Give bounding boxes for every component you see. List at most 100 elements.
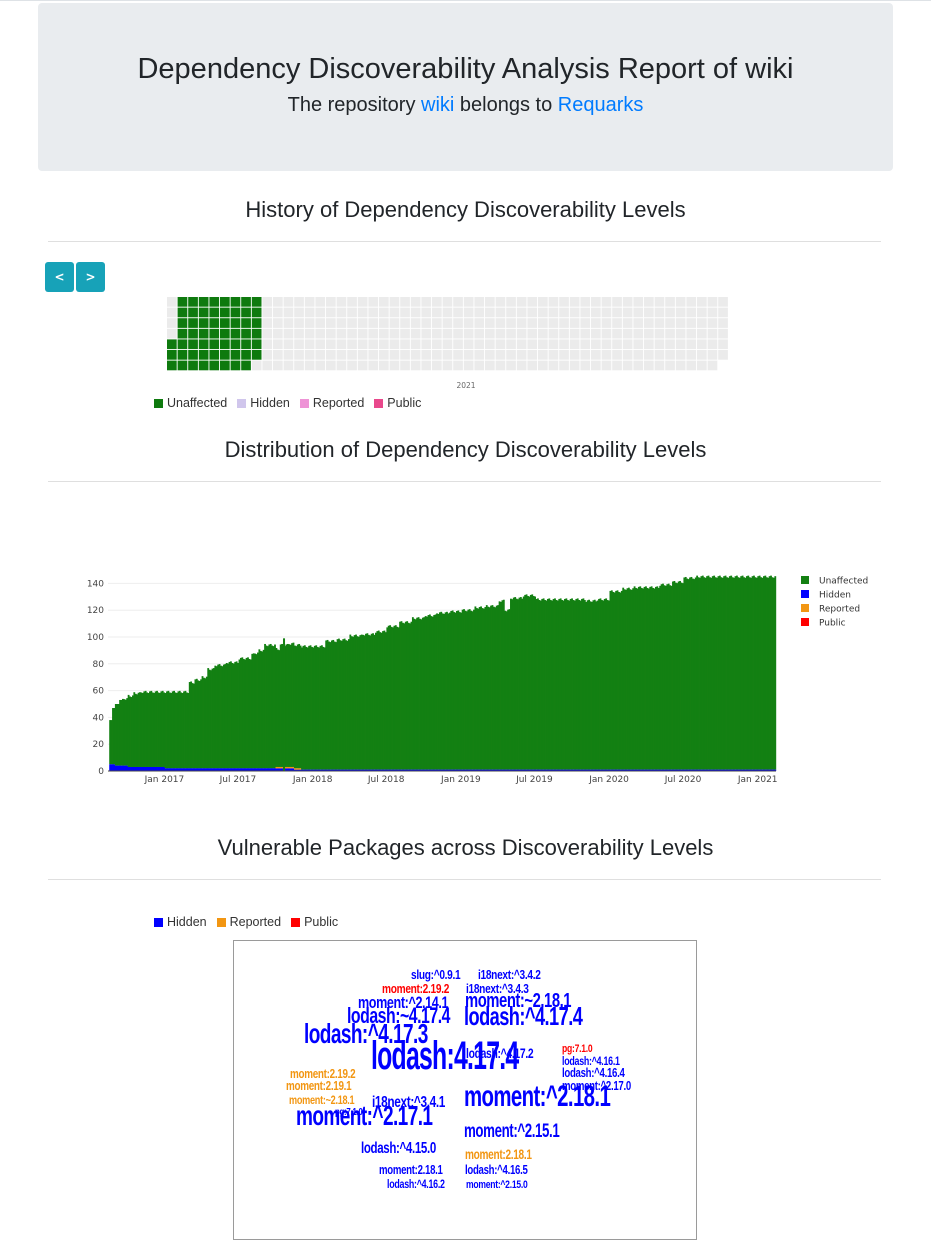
heatmap-cell[interactable] — [453, 339, 463, 350]
heatmap-cell[interactable] — [347, 297, 357, 307]
heatmap-cell[interactable] — [389, 328, 400, 339]
heatmap-cell[interactable] — [707, 318, 718, 328]
heatmap-cell[interactable] — [569, 328, 580, 339]
heatmap-cell[interactable] — [612, 339, 622, 350]
heatmap-cell[interactable] — [389, 297, 400, 307]
heatmap-cell[interactable] — [718, 328, 728, 339]
heatmap-cell[interactable] — [548, 307, 559, 318]
heatmap-cell[interactable] — [675, 360, 686, 371]
heatmap-cell[interactable] — [485, 360, 495, 371]
heatmap-cell[interactable] — [347, 318, 357, 328]
heatmap-cell[interactable] — [516, 307, 527, 318]
heatmap-cell[interactable] — [262, 339, 273, 350]
heatmap-cell[interactable] — [336, 307, 347, 318]
heatmap-cell[interactable] — [559, 307, 569, 318]
heatmap-cell[interactable] — [230, 350, 241, 360]
heatmap-cell[interactable] — [463, 297, 474, 307]
heatmap-cell[interactable] — [336, 297, 347, 307]
heatmap-cell[interactable] — [516, 318, 527, 328]
heatmap-cell[interactable] — [251, 297, 262, 307]
heatmap-cell[interactable] — [262, 360, 273, 371]
heatmap-cell[interactable] — [315, 350, 326, 360]
heatmap-cell[interactable] — [654, 360, 665, 371]
heatmap-cell[interactable] — [273, 360, 283, 371]
heatmap-cell[interactable] — [177, 350, 188, 360]
heatmap-cell[interactable] — [580, 328, 591, 339]
heatmap-cell[interactable] — [230, 307, 241, 318]
heatmap-cell[interactable] — [612, 350, 622, 360]
heatmap-cell[interactable] — [591, 350, 601, 360]
heatmap-cell[interactable] — [167, 307, 177, 318]
heatmap-cell[interactable] — [368, 350, 379, 360]
heatmap-cell[interactable] — [209, 360, 220, 371]
heatmap-cell[interactable] — [569, 307, 580, 318]
heatmap-cell[interactable] — [548, 350, 559, 360]
heatmap-cell[interactable] — [442, 328, 453, 339]
heatmap-cell[interactable] — [410, 328, 421, 339]
heatmap-cell[interactable] — [559, 318, 569, 328]
heatmap-cell[interactable] — [591, 328, 601, 339]
heatmap-cell[interactable] — [304, 318, 315, 328]
heatmap-cell[interactable] — [527, 318, 538, 328]
cloud-word[interactable]: lodash:^4.16.2 — [387, 1178, 445, 1190]
heatmap-cell[interactable] — [516, 339, 527, 350]
heatmap-cell[interactable] — [432, 307, 442, 318]
heatmap-cell[interactable] — [230, 360, 241, 371]
heatmap-cell[interactable] — [241, 307, 251, 318]
heatmap-cell[interactable] — [538, 360, 548, 371]
heatmap-cell[interactable] — [220, 307, 230, 318]
heatmap-cell[interactable] — [283, 297, 294, 307]
heatmap-cell[interactable] — [315, 328, 326, 339]
heatmap-cell[interactable] — [262, 297, 273, 307]
heatmap-cell[interactable] — [591, 360, 601, 371]
heatmap-cell[interactable] — [410, 318, 421, 328]
heatmap-cell[interactable] — [167, 297, 177, 307]
heatmap-cell[interactable] — [569, 339, 580, 350]
heatmap-cell[interactable] — [569, 297, 580, 307]
heatmap-cell[interactable] — [379, 360, 389, 371]
heatmap-cell[interactable] — [389, 307, 400, 318]
heatmap-cell[interactable] — [474, 328, 485, 339]
heatmap-cell[interactable] — [527, 307, 538, 318]
heatmap-cell[interactable] — [654, 307, 665, 318]
heatmap-cell[interactable] — [177, 328, 188, 339]
chart-legend-swatch[interactable] — [801, 576, 809, 584]
heatmap-cell[interactable] — [622, 318, 633, 328]
heatmap-cell[interactable] — [665, 328, 675, 339]
heatmap-cell[interactable] — [357, 318, 368, 328]
heatmap-cell[interactable] — [718, 297, 728, 307]
heatmap-cell[interactable] — [612, 307, 622, 318]
heatmap-cell[interactable] — [453, 360, 463, 371]
heatmap-cell[interactable] — [665, 360, 675, 371]
heatmap-cell[interactable] — [379, 350, 389, 360]
heatmap-cell[interactable] — [326, 339, 336, 350]
heatmap-cell[interactable] — [474, 339, 485, 350]
heatmap-cell[interactable] — [421, 350, 432, 360]
heatmap-cell[interactable] — [707, 360, 718, 371]
heatmap-cell[interactable] — [410, 307, 421, 318]
heatmap-cell[interactable] — [559, 339, 569, 350]
heatmap-cell[interactable] — [410, 350, 421, 360]
heatmap-cell[interactable] — [644, 350, 654, 360]
heatmap-cell[interactable] — [559, 360, 569, 371]
heatmap-cell[interactable] — [601, 350, 612, 360]
vulnerable-legend-item[interactable]: Reported — [216, 915, 281, 929]
heatmap-cell[interactable] — [357, 328, 368, 339]
heatmap-cell[interactable] — [569, 318, 580, 328]
heatmap-cell[interactable] — [389, 339, 400, 350]
heatmap-cell[interactable] — [442, 318, 453, 328]
heatmap-cell[interactable] — [442, 307, 453, 318]
heatmap-cell[interactable] — [548, 318, 559, 328]
heatmap-cell[interactable] — [326, 328, 336, 339]
heatmap-cell[interactable] — [230, 328, 241, 339]
heatmap-cell[interactable] — [548, 328, 559, 339]
heatmap-cell[interactable] — [294, 307, 304, 318]
heatmap-cell[interactable] — [251, 318, 262, 328]
heatmap-cell[interactable] — [506, 339, 516, 350]
heatmap-cell[interactable] — [188, 360, 198, 371]
heatmap-cell[interactable] — [495, 350, 506, 360]
heatmap-cell[interactable] — [188, 318, 198, 328]
heatmap-cell[interactable] — [220, 360, 230, 371]
heatmap-cell[interactable] — [442, 350, 453, 360]
heatmap-cell[interactable] — [718, 339, 728, 350]
